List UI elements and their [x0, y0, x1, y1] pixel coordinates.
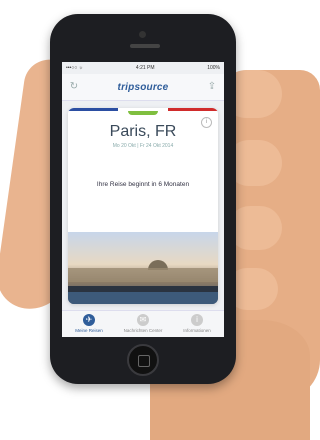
photo-river — [68, 292, 218, 304]
home-button[interactable] — [127, 344, 159, 376]
iphone: •••○○ ☼ 4:21 PM 100% ↻ tripsource ⇪ i Pa… — [50, 14, 236, 384]
hand-finger — [228, 206, 282, 250]
status-bar: •••○○ ☼ 4:21 PM 100% — [62, 62, 224, 74]
tab-message-center[interactable]: ✉ Nachrichten Center — [116, 311, 170, 337]
refresh-icon[interactable]: ↻ — [68, 81, 80, 93]
tab-my-trips[interactable]: ✈ Meine Reisen — [62, 311, 116, 337]
app-logo: tripsource — [117, 81, 169, 93]
clock: 4:21 PM — [135, 65, 155, 71]
destination-photo — [68, 232, 218, 304]
message-icon: ✉ — [137, 314, 149, 326]
trip-countdown: Ihre Reise beginnt in 6 Monaten — [96, 181, 190, 188]
nav-bar: ↻ tripsource ⇪ — [62, 74, 224, 101]
front-camera — [139, 31, 146, 38]
tab-label: Informationen — [183, 328, 211, 333]
battery-level: 100% — [207, 65, 220, 71]
card-tab — [128, 111, 158, 115]
trip-card[interactable]: i Paris, FR Mo 20 Okt | Fr 24 Okt 2014 I… — [68, 108, 218, 304]
app-screen: •••○○ ☼ 4:21 PM 100% ↻ tripsource ⇪ i Pa… — [62, 62, 224, 337]
tab-information[interactable]: i Informationen — [170, 311, 224, 337]
trip-city: Paris, FR — [109, 123, 177, 140]
tab-bar: ✈ Meine Reisen ✉ Nachrichten Center i In… — [62, 310, 224, 337]
trip-dates: Mo 20 Okt | Fr 24 Okt 2014 — [112, 143, 174, 149]
tab-label: Nachrichten Center — [123, 328, 163, 333]
photo-buildings — [68, 268, 218, 282]
earpiece-speaker — [130, 44, 160, 48]
trips-icon: ✈ — [83, 314, 95, 326]
info-icon[interactable]: i — [201, 117, 212, 128]
tab-label: Meine Reisen — [75, 328, 103, 333]
share-icon[interactable]: ⇪ — [206, 81, 218, 93]
french-flag-stripe — [68, 108, 218, 111]
info-tab-icon: i — [191, 314, 203, 326]
carrier-signal: •••○○ ☼ — [66, 65, 84, 71]
